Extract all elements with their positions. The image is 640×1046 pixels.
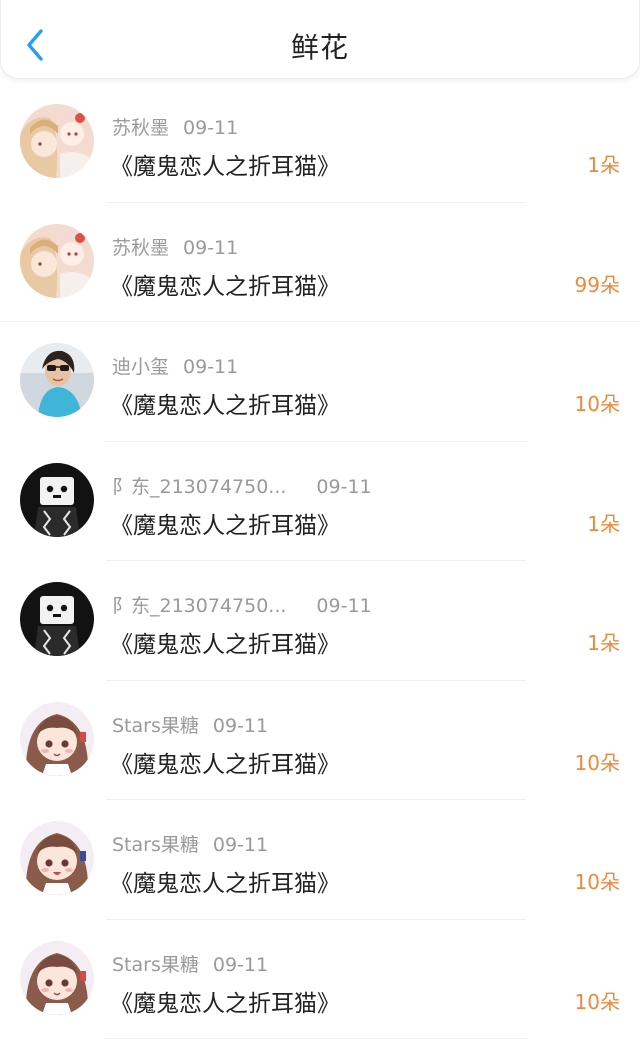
username[interactable]: Stars果糖 <box>112 715 199 737</box>
record-meta: 苏秋墨 09-11 <box>112 233 238 260</box>
page-title: 鲜花 <box>290 31 349 64</box>
list-item[interactable]: 阝东_213074750... 09-11 《魔鬼恋人之折耳猫》 1朵 <box>0 561 640 681</box>
flower-count: 10朵 <box>574 392 620 416</box>
username[interactable]: 迪小玺 <box>112 356 169 378</box>
flower-count: 10朵 <box>574 989 620 1014</box>
username[interactable]: 阝东_213074750... <box>112 595 286 617</box>
selfie-avatar[interactable] <box>20 343 94 417</box>
box-character-avatar[interactable] <box>20 462 94 537</box>
record-date: 09-11 <box>183 117 239 139</box>
chibi-girl-avatar[interactable] <box>20 821 94 895</box>
username[interactable]: 苏秋墨 <box>112 117 169 139</box>
list-item[interactable]: 苏秋墨 09-11 《魔鬼恋人之折耳猫》 99朵 <box>0 203 640 322</box>
flower-count: 1朵 <box>587 511 620 536</box>
flower-count: 10朵 <box>574 750 620 775</box>
book-title[interactable]: 《魔鬼恋人之折耳猫》 <box>110 984 340 1018</box>
divider <box>106 1038 526 1039</box>
record-meta: 迪小玺 09-11 <box>112 352 238 379</box>
record-meta: 阝东_213074750... 09-11 <box>112 472 372 499</box>
record-meta: Stars果糖 09-11 <box>112 711 268 738</box>
book-title[interactable]: 《魔鬼恋人之折耳猫》 <box>110 625 340 659</box>
flower-count: 99朵 <box>574 272 620 297</box>
box-character-avatar[interactable] <box>20 582 94 656</box>
book-title[interactable]: 《魔鬼恋人之折耳猫》 <box>110 386 340 420</box>
header-bar: 鲜花 <box>0 0 640 79</box>
username[interactable]: Stars果糖 <box>112 834 199 856</box>
record-date: 09-11 <box>316 595 372 617</box>
list-item[interactable]: Stars果糖 09-11 《魔鬼恋人之折耳猫》 10朵 <box>0 920 640 1039</box>
flower-count: 1朵 <box>587 153 620 177</box>
anime-girls-avatar[interactable] <box>20 223 94 298</box>
list-item[interactable]: Stars果糖 09-11 《魔鬼恋人之折耳猫》 10朵 <box>0 800 640 920</box>
list-item[interactable]: 阝东_213074750... 09-11 《魔鬼恋人之折耳猫》 1朵 <box>0 442 640 561</box>
book-title[interactable]: 《魔鬼恋人之折耳猫》 <box>110 745 340 779</box>
chibi-girl-avatar[interactable] <box>20 701 94 776</box>
record-meta: 苏秋墨 09-11 <box>112 113 238 140</box>
record-date: 09-11 <box>316 475 372 498</box>
list-item[interactable]: Stars果糖 09-11 《魔鬼恋人之折耳猫》 10朵 <box>0 681 640 800</box>
username[interactable]: Stars果糖 <box>112 954 199 976</box>
flower-count: 1朵 <box>587 631 620 655</box>
flower-record-list: 苏秋墨 09-11 《魔鬼恋人之折耳猫》 1朵 苏秋墨 09-11 《魔鬼恋人之… <box>0 83 640 1039</box>
record-date: 09-11 <box>183 356 239 378</box>
book-title[interactable]: 《魔鬼恋人之折耳猫》 <box>110 147 340 181</box>
book-title[interactable]: 《魔鬼恋人之折耳猫》 <box>110 864 340 898</box>
record-date: 09-11 <box>212 834 269 856</box>
record-meta: 阝东_213074750... 09-11 <box>112 591 372 618</box>
record-meta: Stars果糖 09-11 <box>112 950 268 977</box>
record-date: 09-11 <box>212 714 269 737</box>
username[interactable]: 阝东_213074750... <box>112 476 286 498</box>
book-title[interactable]: 《魔鬼恋人之折耳猫》 <box>110 267 340 301</box>
list-item[interactable]: 迪小玺 09-11 《魔鬼恋人之折耳猫》 10朵 <box>0 322 640 442</box>
record-date: 09-11 <box>183 236 239 259</box>
book-title[interactable]: 《魔鬼恋人之折耳猫》 <box>110 506 340 540</box>
list-item[interactable]: 苏秋墨 09-11 《魔鬼恋人之折耳猫》 1朵 <box>0 83 640 203</box>
chibi-girl-avatar[interactable] <box>20 940 94 1015</box>
record-date: 09-11 <box>212 953 269 976</box>
flower-count: 10朵 <box>574 870 620 894</box>
username[interactable]: 苏秋墨 <box>112 237 169 259</box>
anime-girls-avatar[interactable] <box>20 104 94 178</box>
record-meta: Stars果糖 09-11 <box>112 830 268 857</box>
